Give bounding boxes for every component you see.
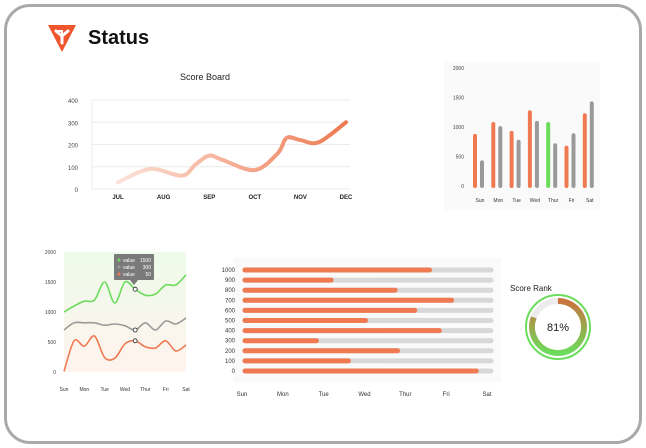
y-tick-label: 100 [68, 166, 79, 172]
y-tick-label: 300 [225, 339, 236, 345]
multi-line-chart: 0 500 1000 1500 2000 Sun Mon Tue Wed Thur Fri Sat va… [45, 250, 190, 393]
scoreboard-title: Score Board [180, 72, 231, 82]
y-tick-label: 500 [48, 340, 57, 346]
multi-line-card: 0 500 1000 1500 2000 Sun Mon Tue Wed Thur Fri Sat va… [36, 244, 194, 402]
x-tick-label: AUG [157, 195, 171, 201]
hover-marker [132, 338, 138, 344]
tooltip-label: value [123, 258, 135, 264]
series-line [116, 120, 348, 185]
tooltip-swatch [117, 265, 121, 269]
progress-card: 1000 900 800 700 600 500 400 300 200 100 0 Sun Mon Tu… [213, 258, 501, 400]
y-tick-label: 800 [225, 288, 236, 294]
x-tick-label: Wed [358, 392, 370, 398]
tooltip-label: value [123, 272, 135, 278]
y-tick-label: 500 [456, 155, 465, 161]
logo-icon [48, 25, 76, 52]
y-tick-label: 0 [75, 188, 79, 194]
x-tick-label: Thur [140, 387, 151, 393]
x-tick-label: Thur [548, 198, 559, 204]
app-title: Status [88, 26, 150, 49]
tooltip-swatch [117, 258, 121, 262]
x-tick-label: Tue [319, 392, 330, 398]
x-tick-label: Mon [493, 198, 503, 204]
y-tick-label: 1500 [45, 280, 56, 286]
y-tick-label: 0 [53, 370, 56, 376]
x-tick-label: OCT [248, 195, 261, 201]
scoreboard-card: Score Board 0 100 200 300 400 JUL AUG SEP OCT NOV… [60, 66, 360, 211]
x-tick-label: Wed [120, 387, 130, 393]
y-tick-label: 0 [461, 184, 464, 190]
x-tick-label: Tue [100, 387, 109, 393]
tooltip-value: 1500 [140, 258, 151, 264]
weekly-bar-chart: 0 500 1000 1500 2000 Sun Mon Tue Wed Thur Fri Sat [453, 66, 594, 204]
y-tick-label: 300 [68, 121, 79, 127]
weekly-bar-card: 0 500 1000 1500 2000 Sun Mon Tue Wed Thur Fri Sat [444, 62, 600, 210]
y-tick-label: 400 [68, 99, 79, 105]
progress-bar-chart: 10009008007006005004003002001000Sun Mon Tu… [222, 258, 501, 398]
x-tick-label: Sun [476, 198, 485, 204]
y-tick-label: 1500 [453, 96, 464, 102]
tooltip-swatch [117, 272, 121, 276]
x-tick-label: Sat [586, 198, 594, 204]
y-tick-label: 1000 [222, 268, 236, 274]
gauge-percent: 81% [547, 322, 569, 334]
x-tick-label: Fri [569, 198, 575, 204]
brand-header: Status [46, 22, 149, 54]
y-tick-label: 1000 [45, 310, 56, 316]
x-tick-label: Tue [512, 198, 521, 204]
score-rank-gauge: 81% [525, 294, 591, 360]
x-tick-label: NOV [294, 195, 307, 201]
y-tick-label: 600 [225, 308, 236, 314]
x-tick-label: Sun [60, 387, 69, 393]
x-tick-label: Mon [277, 392, 289, 398]
tooltip-label: value [123, 265, 135, 271]
y-tick-label: 200 [68, 144, 79, 150]
hover-marker [132, 286, 138, 292]
tooltip-value: 50 [145, 272, 151, 278]
y-tick-label: 200 [225, 349, 236, 355]
x-tick-label: SEP [203, 195, 215, 201]
hover-marker [132, 327, 138, 333]
y-tick-label: 1000 [453, 125, 464, 131]
x-tick-label: Wed [530, 198, 540, 204]
y-tick-label: 500 [225, 319, 236, 325]
x-tick-label: Sat [482, 392, 491, 398]
x-tick-label: Mon [79, 387, 89, 393]
x-tick-label: Fri [163, 387, 169, 393]
x-tick-label: JUL [112, 195, 124, 201]
tooltip-value: 300 [143, 265, 152, 271]
y-tick-label: 900 [225, 278, 236, 284]
y-tick-label: 400 [225, 329, 236, 335]
scoreboard-chart: 0 100 200 300 400 JUL AUG SEP OCT NOV DEC [68, 99, 353, 201]
y-tick-label: 2000 [453, 66, 464, 72]
y-tick-label: 100 [225, 359, 236, 365]
x-tick-label: Thur [399, 392, 411, 398]
y-tick-label: 700 [225, 298, 236, 304]
x-tick-label: Fri [443, 392, 450, 398]
x-tick-label: DEC [340, 195, 353, 201]
x-tick-label: Sat [182, 387, 190, 393]
x-tick-label: Sun [237, 392, 248, 398]
y-tick-label: 2000 [45, 250, 56, 256]
